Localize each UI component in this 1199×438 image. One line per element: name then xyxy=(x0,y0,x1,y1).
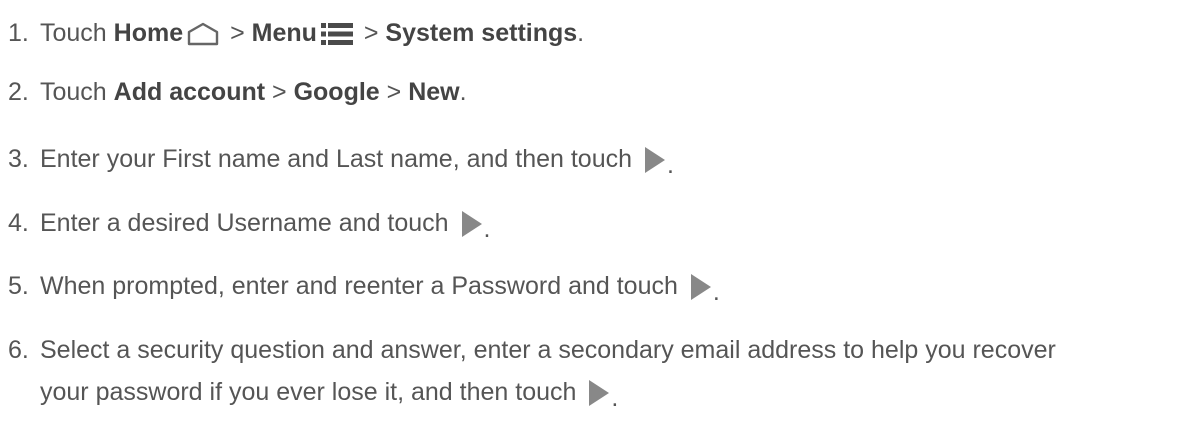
step-text: Touch xyxy=(40,19,114,47)
add-account-label: Add account xyxy=(113,78,266,106)
home-label: Home xyxy=(113,19,184,47)
step-text: . xyxy=(712,278,720,306)
home-icon xyxy=(187,22,219,46)
step-1: 1. Touch Home > Menu > System settings. xyxy=(8,18,584,48)
step-6-continuation: your password if you ever lose it, and t… xyxy=(40,377,618,412)
step-number: 6. xyxy=(8,336,29,364)
menu-icon xyxy=(320,21,354,47)
step-text: Touch xyxy=(40,78,114,106)
next-arrow-icon xyxy=(587,378,611,408)
next-arrow-icon xyxy=(643,145,667,175)
step-text: . xyxy=(577,19,585,47)
step-text: . xyxy=(666,151,674,179)
step-5: 5. When prompted, enter and reenter a Pas… xyxy=(8,271,720,306)
system-settings-label: System settings xyxy=(385,19,578,47)
step-4: 4. Enter a desired Username and touch . xyxy=(8,208,490,243)
step-text: > xyxy=(223,19,252,47)
step-text: . xyxy=(483,215,491,243)
step-text: When prompted, enter and reenter a Passw… xyxy=(40,272,685,300)
step-number: 5. xyxy=(8,272,29,300)
menu-label: Menu xyxy=(251,19,317,47)
step-number: 1. xyxy=(8,19,29,47)
new-label: New xyxy=(408,78,460,106)
step-number: 3. xyxy=(8,145,29,173)
step-text: > xyxy=(356,19,386,47)
step-text: > xyxy=(265,78,294,106)
step-text: > xyxy=(379,78,409,106)
step-text: Enter a desired Username and touch xyxy=(40,209,456,237)
step-number: 4. xyxy=(8,209,29,237)
step-text: Select a security question and answer, e… xyxy=(40,336,1056,364)
step-text: Enter your First name and Last name, and… xyxy=(40,145,639,173)
step-text: . xyxy=(611,384,619,412)
step-3: 3. Enter your First name and Last name, a… xyxy=(8,144,674,179)
next-arrow-icon xyxy=(460,209,484,239)
step-text: . xyxy=(459,78,467,106)
step-text: your password if you ever lose it, and t… xyxy=(40,378,584,406)
step-6: 6. Select a security question and answer,… xyxy=(8,335,1056,365)
step-number: 2. xyxy=(8,78,29,106)
step-2: 2. Touch Add account > Google > New. xyxy=(8,77,467,107)
google-label: Google xyxy=(293,78,380,106)
next-arrow-icon xyxy=(689,272,713,302)
